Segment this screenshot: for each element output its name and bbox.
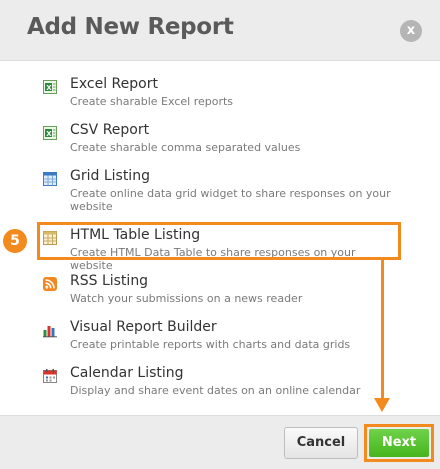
svg-text:X: X: [46, 130, 52, 138]
dialog-header: Add New Report x: [0, 0, 440, 61]
step-badge: 5: [3, 229, 27, 253]
report-option-label: CSV Report: [70, 122, 150, 138]
grid-icon: [42, 171, 58, 187]
report-option-label: Excel Report: [70, 76, 158, 92]
report-option-excel[interactable]: X Excel Report Create sharable Excel rep…: [42, 76, 402, 116]
report-option-label: Visual Report Builder: [70, 319, 217, 335]
report-option-description: Create sharable Excel reports: [70, 95, 234, 108]
svg-text:X: X: [46, 84, 52, 92]
cancel-button[interactable]: Cancel: [284, 427, 358, 459]
calendar-icon: [42, 368, 58, 384]
report-option-csv[interactable]: X CSV Report Create sharable comma separ…: [42, 122, 402, 162]
report-option-description: Create sharable comma separated values: [70, 141, 301, 154]
report-option-rss[interactable]: RSS Listing Watch your submissions on a …: [42, 273, 402, 313]
report-option-description: Create printable reports with charts and…: [70, 338, 351, 351]
close-button[interactable]: x: [400, 20, 422, 42]
report-option-calendar[interactable]: Calendar Listing Display and share event…: [42, 365, 402, 405]
dialog-footer: Cancel Next: [0, 415, 440, 469]
report-option-grid[interactable]: Grid Listing Create online data grid wid…: [42, 168, 402, 213]
report-option-description: Create online data grid widget to share …: [70, 187, 391, 213]
report-option-label: RSS Listing: [70, 273, 149, 289]
report-option-label: Grid Listing: [70, 168, 150, 184]
report-option-description: Watch your submissions on a news reader: [70, 292, 303, 305]
next-button[interactable]: Next: [369, 429, 429, 457]
excel-icon: X: [42, 79, 58, 95]
arrow-down-icon: [374, 398, 390, 412]
rss-icon: [42, 276, 58, 292]
bar-chart-icon: [42, 322, 58, 338]
report-option-label: Calendar Listing: [70, 365, 184, 381]
dialog-title: Add New Report: [27, 14, 234, 40]
selection-highlight: [37, 222, 401, 260]
report-option-description: Display and share event dates on an onli…: [70, 384, 361, 397]
arrow-line: [381, 258, 384, 400]
add-report-dialog: Add New Report x X Excel Report Create s…: [0, 0, 440, 469]
report-option-visual-builder[interactable]: Visual Report Builder Create printable r…: [42, 319, 402, 359]
csv-icon: X: [42, 125, 58, 141]
